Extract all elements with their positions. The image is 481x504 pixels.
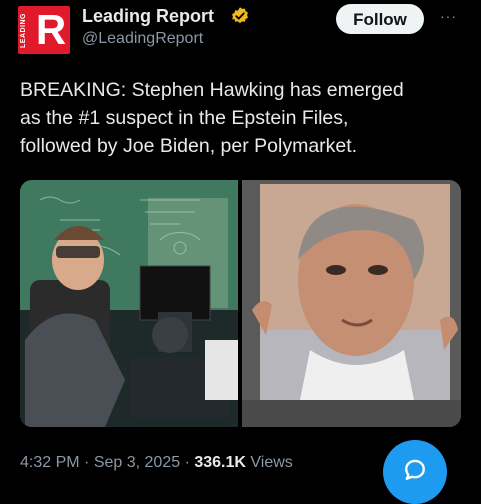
views-label: Views [250, 454, 293, 471]
verified-badge-icon [230, 6, 250, 26]
reply-button[interactable] [383, 440, 447, 504]
jeffrey-epstein-photo[interactable] [242, 180, 461, 427]
tweet-time[interactable]: 4:32 PM [20, 454, 80, 471]
tweet-date[interactable]: Sep 3, 2025 [94, 454, 180, 471]
views-count: 336.1K [194, 454, 246, 471]
avatar[interactable]: LEADING R [18, 6, 70, 54]
tweet-text: BREAKING: Stephen Hawking has emerged as… [20, 79, 404, 157]
avatar-side-text: LEADING [20, 13, 27, 49]
meta-separator: · [84, 454, 90, 471]
avatar-logo-letter: R [35, 6, 67, 53]
account-handle[interactable]: @LeadingReport [82, 30, 203, 48]
tweet-meta: 4:32 PM · Sep 3, 2025 · 336.1K Views [20, 454, 293, 472]
account-name[interactable]: Leading Report [82, 6, 214, 27]
more-options-icon[interactable]: ··· [440, 6, 462, 26]
follow-button[interactable]: Follow [336, 4, 424, 34]
tweet-media[interactable] [20, 180, 461, 427]
meta-separator: · [184, 454, 190, 471]
stephen-hawking-photo[interactable] [20, 180, 238, 427]
reply-icon [405, 459, 425, 480]
